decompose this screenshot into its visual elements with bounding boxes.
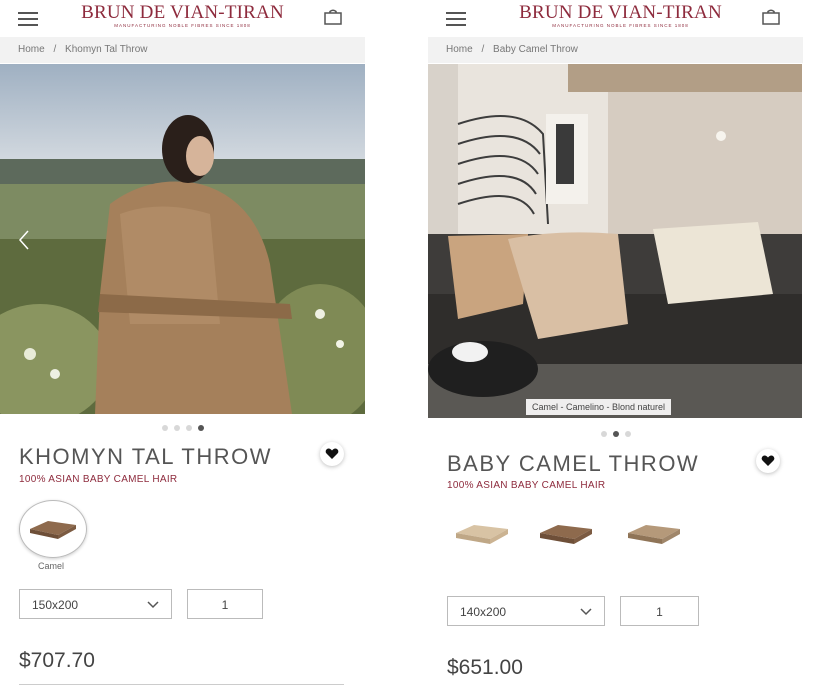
size-select[interactable]: 140x200	[447, 596, 605, 626]
breadcrumb: Home / Khomyn Tal Throw	[0, 37, 365, 63]
product-title: BABY CAMEL THROW	[447, 451, 700, 476]
product-title: KHOMYN TAL THROW	[19, 444, 272, 469]
brand-tagline: MANUFACTURING NOBLE FIBRES SINCE 1808	[114, 23, 251, 28]
breadcrumb-separator: /	[481, 44, 485, 55]
chevron-down-icon	[147, 601, 159, 609]
heart-icon	[761, 455, 775, 466]
breadcrumb-current: Khomyn Tal Throw	[65, 44, 148, 55]
quantity-input[interactable]: 1	[620, 596, 699, 626]
living-room-sofa-photo	[428, 64, 802, 418]
brand-logo[interactable]: BRUN DE VIAN-TIRAN MANUFACTURING NOBLE F…	[0, 3, 365, 29]
carousel-dot[interactable]	[173, 425, 180, 431]
carousel-dot[interactable]	[185, 425, 192, 431]
product-material: 100% ASIAN BABY CAMEL HAIR	[447, 480, 606, 491]
quantity-input[interactable]: 1	[187, 589, 263, 619]
quantity-value: 1	[221, 598, 229, 612]
carousel-dot[interactable]	[197, 425, 204, 431]
brand-name: BRUN DE VIAN-TIRAN	[81, 2, 284, 23]
color-swatch-camel[interactable]	[19, 500, 87, 558]
carousel-dots	[0, 425, 365, 431]
carousel-dot[interactable]	[161, 425, 168, 431]
product-price: $651.00	[447, 656, 523, 679]
product-image[interactable]	[0, 64, 365, 414]
color-swatch-cream[interactable]	[624, 519, 684, 551]
image-caption: Camel - Camelino - Blond naturel	[526, 399, 672, 415]
header: BRUN DE VIAN-TIRAN MANUFACTURING NOBLE F…	[0, 0, 365, 36]
brand-tagline: MANUFACTURING NOBLE FIBRES SINCE 1808	[552, 23, 689, 28]
size-select[interactable]: 150x200	[19, 589, 172, 619]
breadcrumb-current: Baby Camel Throw	[493, 44, 578, 55]
carousel-dots	[428, 431, 803, 437]
product-image[interactable]: Camel - Camelino - Blond naturel	[428, 64, 802, 418]
shopping-bag-icon[interactable]	[324, 9, 342, 25]
color-swatch-natural[interactable]	[452, 519, 512, 551]
heart-icon	[325, 448, 339, 459]
product-page-baby-camel: BRUN DE VIAN-TIRAN MANUFACTURING NOBLE F…	[428, 0, 803, 688]
product-price: $707.70	[19, 649, 95, 672]
breadcrumb-home[interactable]: Home	[446, 44, 473, 55]
folded-throw-thumbnail	[30, 521, 76, 539]
chevron-left-icon[interactable]	[18, 229, 30, 251]
size-value: 150x200	[32, 598, 79, 612]
brand-name: BRUN DE VIAN-TIRAN	[519, 2, 722, 23]
divider	[19, 684, 344, 685]
swatch-label: Camel	[38, 561, 65, 571]
product-page-khomyn: BRUN DE VIAN-TIRAN MANUFACTURING NOBLE F…	[0, 0, 365, 688]
brand-logo[interactable]: BRUN DE VIAN-TIRAN MANUFACTURING NOBLE F…	[438, 3, 803, 29]
breadcrumb: Home / Baby Camel Throw	[428, 37, 803, 63]
carousel-dot[interactable]	[612, 431, 619, 437]
color-swatch-camel[interactable]	[536, 519, 596, 551]
wishlist-button[interactable]	[320, 442, 344, 466]
quantity-value: 1	[656, 605, 663, 619]
breadcrumb-separator: /	[53, 44, 57, 55]
shopping-bag-icon[interactable]	[762, 9, 780, 25]
product-material: 100% ASIAN BABY CAMEL HAIR	[19, 474, 178, 485]
carousel-dot[interactable]	[600, 431, 607, 437]
carousel-dot[interactable]	[624, 431, 631, 437]
size-value: 140x200	[460, 605, 507, 619]
wishlist-button[interactable]	[756, 449, 780, 473]
chevron-down-icon	[580, 608, 592, 616]
breadcrumb-home[interactable]: Home	[18, 44, 45, 55]
woman-in-throw-photo	[0, 64, 365, 414]
header: BRUN DE VIAN-TIRAN MANUFACTURING NOBLE F…	[428, 0, 803, 36]
